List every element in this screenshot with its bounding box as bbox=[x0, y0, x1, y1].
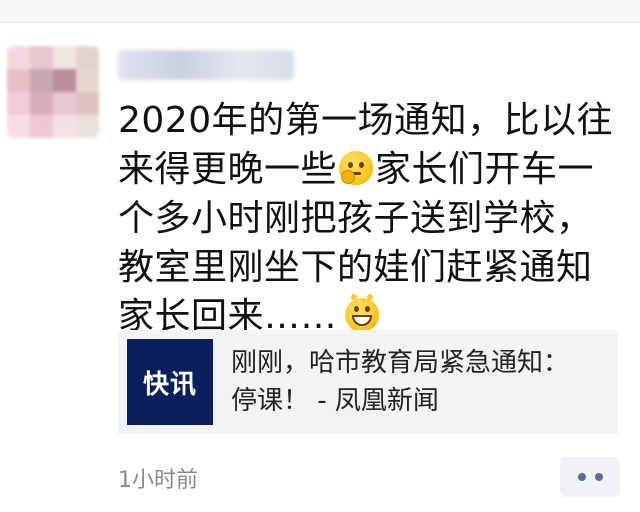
post-text: 2020年的第一场通知，比以往 来得更晚一些 家长们开车一 个多小时刚把孩子送到学… bbox=[118, 96, 618, 341]
more-dots-icon bbox=[594, 473, 603, 481]
post-line-4: 教室里刚坐下的娃们赶紧通知 bbox=[118, 247, 593, 288]
thinking-face-emoji-icon bbox=[339, 151, 374, 185]
link-thumbnail: 快讯 bbox=[127, 339, 213, 425]
post-line-2-start: 来得更晚一些 bbox=[118, 149, 338, 190]
thumbnail-text: 快讯 bbox=[142, 369, 197, 400]
post-line-3: 个多小时刚把孩子送到学校， bbox=[118, 198, 593, 239]
link-title-line-2: 停课！ - 凤凰新闻 bbox=[231, 386, 439, 416]
post-line-2-end: 家长们开车一 bbox=[375, 149, 595, 190]
shared-link-card[interactable]: 快讯 刚刚，哈市教育局紧急通知： 停课！ - 凤凰新闻 bbox=[118, 330, 618, 434]
more-actions-button[interactable] bbox=[560, 457, 620, 497]
top-divider bbox=[0, 22, 640, 23]
link-title-line-1: 刚刚，哈市教育局紧急通知： bbox=[231, 348, 570, 378]
grinning-face-emoji-icon bbox=[345, 294, 380, 332]
link-title: 刚刚，哈市教育局紧急通知： 停课！ - 凤凰新闻 bbox=[231, 344, 611, 420]
more-dots-icon bbox=[577, 473, 586, 481]
top-bar-area bbox=[0, 0, 640, 22]
username-blurred[interactable] bbox=[118, 50, 294, 80]
avatar[interactable] bbox=[7, 46, 99, 138]
post-line-2: 来得更晚一些 家长们开车一 bbox=[118, 145, 618, 194]
post-timestamp: 1小时前 bbox=[118, 468, 198, 493]
post-line-1: 2020年的第一场通知，比以往 bbox=[118, 100, 614, 141]
